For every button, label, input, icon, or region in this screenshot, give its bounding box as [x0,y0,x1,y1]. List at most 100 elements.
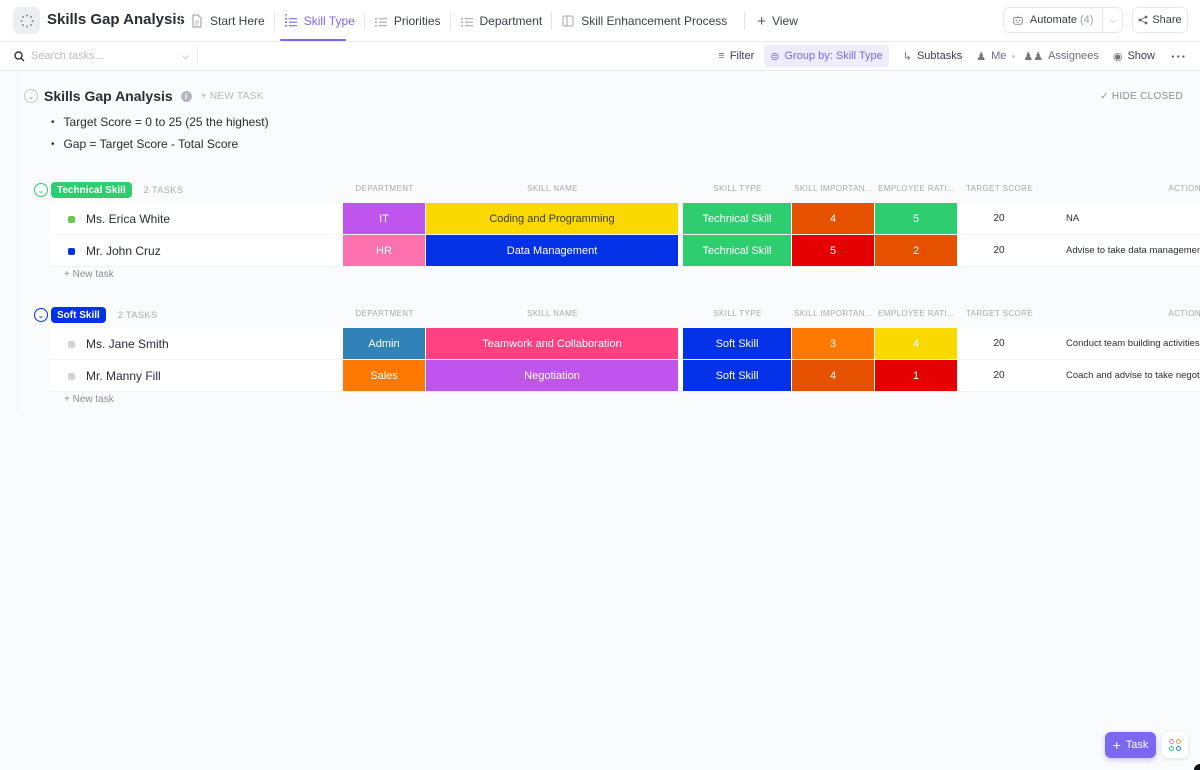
department-cell[interactable]: Admin [343,328,425,359]
collapse-icon[interactable]: ⌄ [34,308,48,322]
new-task-fab[interactable]: + Task [1105,732,1156,758]
info-icon[interactable]: i [180,90,192,102]
tab-department[interactable]: Department [451,0,552,42]
tab-label: Department [479,14,543,28]
task-name[interactable]: Mr. Manny Fill [86,369,161,383]
doc-icon [190,14,204,28]
filter-button[interactable]: ≡ Filter [718,45,754,67]
column-header-department[interactable]: DEPARTMENT [343,309,426,318]
task-name[interactable]: Ms. Erica White [86,212,170,226]
new-task-button[interactable]: + New task [64,394,114,405]
skill-name-cell[interactable]: Data Management [426,235,678,266]
column-header-skill-type[interactable]: SKILL TYPE [683,309,792,318]
employee-rating-cell[interactable]: 2 [875,235,957,266]
new-task-button[interactable]: + NEW TASK [201,91,264,102]
new-task-button[interactable]: + New task [64,269,114,280]
tab-skill-type[interactable]: Skill Type [275,0,364,42]
action-cell[interactable]: Coach and advise to take negotiation tra… [1066,360,1200,391]
employee-rating-cell[interactable]: 4 [875,328,957,359]
search-box[interactable]: ⌵ [14,42,197,70]
column-header-action[interactable]: ACTION [1041,309,1200,318]
status-indicator[interactable] [68,341,75,348]
automate-button[interactable]: Automate (4) ⌵ [1003,7,1123,33]
skill-importance-cell[interactable]: 4 [792,360,874,391]
column-header-action[interactable]: ACTION [1041,184,1200,193]
column-header-skill-importance[interactable]: SKILL IMPORTAN... [792,309,875,318]
skill-type-cell[interactable]: Technical Skill [683,235,791,266]
search-input[interactable] [31,50,171,62]
skill-importance-cell[interactable]: 3 [792,328,874,359]
target-score-cell[interactable]: 20 [958,203,1040,234]
me-filter-button[interactable]: ♟ Me [976,45,1006,67]
share-button[interactable]: Share [1132,7,1188,33]
status-indicator[interactable] [68,373,75,380]
task-row[interactable]: Mr. John Cruz HR Data Management Technical … [50,235,1200,267]
tab-start-here[interactable]: Start Here [181,0,274,42]
tab-label: Skill Enhancement Process [581,14,728,28]
column-header-skill-name[interactable]: SKILL NAME [426,309,679,318]
share-label: Share [1152,14,1182,26]
department-cell[interactable]: HR [343,235,425,266]
status-indicator[interactable] [68,248,75,255]
subtasks-button[interactable]: ↳ Subtasks [903,45,962,67]
department-cell[interactable]: IT [343,203,425,234]
task-row[interactable]: Ms. Jane Smith Admin Teamwork and Collabor… [50,328,1200,360]
skill-type-cell[interactable]: Technical Skill [683,203,791,234]
assignees-button[interactable]: ♟♟ Assignees [1023,45,1099,67]
tab-label: Priorities [393,14,441,28]
skill-importance-cell[interactable]: 4 [792,203,874,234]
action-cell[interactable]: NA [1066,203,1200,234]
target-score-cell[interactable]: 20 [958,328,1040,359]
skill-type-cell[interactable]: Soft Skill [683,360,791,391]
action-cell[interactable]: Advise to take data management online co… [1066,235,1200,266]
space-icon[interactable] [13,7,40,34]
department-cell[interactable]: Sales [343,360,425,391]
skill-name-cell[interactable]: Teamwork and Collaboration [426,328,678,359]
hide-closed-toggle[interactable]: ✓ HIDE CLOSED [1100,91,1183,102]
column-header-skill-importance[interactable]: SKILL IMPORTAN... [792,184,875,193]
more-options-icon[interactable]: ··· [1171,49,1187,64]
collapse-icon[interactable]: ⌄ [24,89,38,103]
board-icon [561,14,575,28]
target-score-cell[interactable]: 20 [958,360,1040,391]
task-row[interactable]: Ms. Erica White IT Coding and Programming T… [50,203,1200,235]
window-corner [1194,764,1200,770]
column-header-department[interactable]: DEPARTMENT [343,184,426,193]
task-name[interactable]: Mr. John Cruz [86,244,161,258]
skill-name-cell[interactable]: Coding and Programming [426,203,678,234]
list-description: Target Score = 0 to 25 (25 the highest) … [51,111,269,155]
chevron-down-icon[interactable]: ⌵ [182,51,189,62]
show-button[interactable]: ◉ Show [1113,45,1155,67]
chevron-down-icon[interactable]: ⌵ [1103,15,1122,26]
tab-skill-enhancement-process[interactable]: Skill Enhancement Process [552,0,736,42]
column-header-employee-rating[interactable]: EMPLOYEE RATI... [875,184,958,193]
status-indicator[interactable] [68,216,75,223]
skill-importance-cell[interactable]: 5 [792,235,874,266]
tab-priorities[interactable]: Priorities [365,0,450,42]
employee-rating-cell[interactable]: 5 [875,203,957,234]
skill-name-cell[interactable]: Negotiation [426,360,678,391]
search-icon [14,50,25,61]
column-header-skill-type[interactable]: SKILL TYPE [683,184,792,193]
column-header-target-score[interactable]: TARGET SCORE [958,309,1041,318]
apps-icon[interactable] [1162,732,1188,758]
collapse-icon[interactable]: ⌄ [34,183,48,197]
task-count: 2 TASKS [117,310,158,320]
employee-rating-cell[interactable]: 1 [875,360,957,391]
column-header-target-score[interactable]: TARGET SCORE [958,184,1041,193]
skill-type-cell[interactable]: Soft Skill [683,328,791,359]
group-by-button[interactable]: ⊜ Group by: Skill Type [764,45,889,67]
group-badge: Technical Skill [51,182,132,198]
task-row[interactable]: Mr. Manny Fill Sales Negotiation Soft Skill… [50,360,1200,392]
action-cell[interactable]: Conduct team building activities. [1066,328,1200,359]
check-icon: ✓ [1100,91,1109,102]
column-header-skill-name[interactable]: SKILL NAME [426,184,679,193]
column-header-employee-rating[interactable]: EMPLOYEE RATI... [875,309,958,318]
user-icon: ♟ [976,50,987,63]
hide-closed-label: HIDE CLOSED [1111,91,1183,102]
add-view-button[interactable]: + View [745,0,810,42]
task-name[interactable]: Ms. Jane Smith [86,337,169,351]
divider [197,46,198,66]
eye-icon: ◉ [1112,50,1123,63]
target-score-cell[interactable]: 20 [958,235,1040,266]
